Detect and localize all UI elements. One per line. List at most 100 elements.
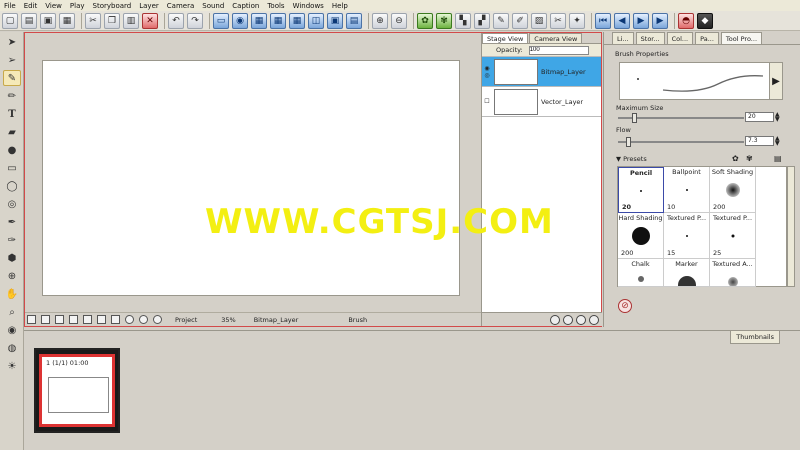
tab-tool-properties[interactable]: Tool Pro... xyxy=(720,32,763,44)
grid2-icon[interactable]: ▦ xyxy=(270,12,286,29)
slider-knob[interactable] xyxy=(632,113,637,123)
menu-windows[interactable]: Windows xyxy=(293,2,324,10)
menu-storyboard[interactable]: Storyboard xyxy=(93,2,132,10)
edit2-icon[interactable]: ✐ xyxy=(512,12,528,29)
add-layer-icon[interactable] xyxy=(550,314,560,325)
opacity-input[interactable] xyxy=(528,45,589,55)
drawing-canvas[interactable] xyxy=(42,60,460,296)
preset-cell[interactable]: Pencil 20 xyxy=(618,167,664,213)
layers-icon[interactable] xyxy=(27,315,36,324)
stage-view-icon[interactable]: ▭ xyxy=(213,12,229,29)
undo-icon[interactable]: ↶ xyxy=(168,12,184,29)
pointer-icon[interactable]: ➢ xyxy=(3,52,21,68)
tools-icon[interactable]: ✦ xyxy=(569,12,585,29)
max-size-slider[interactable] xyxy=(618,113,744,123)
layer-row[interactable]: ◉ ◎ Bitmap_Layer xyxy=(482,57,601,87)
brush-icon[interactable]: ✿ xyxy=(417,12,433,29)
grid-icon[interactable]: ▦ xyxy=(251,12,267,29)
storyboard-frame[interactable]: 1 (1/1) 01:00 xyxy=(34,348,120,433)
tab-storyboard[interactable]: Stor... xyxy=(635,32,665,44)
onion-icon[interactable]: ◫ xyxy=(308,12,324,29)
menu-camera[interactable]: Camera xyxy=(167,2,194,10)
preset-cell[interactable]: Textured P... 25 xyxy=(710,213,756,259)
tab-palette[interactable]: Pa... xyxy=(695,32,719,44)
preset-cell[interactable]: Textured P... 15 xyxy=(664,213,710,259)
frame-icon[interactable]: ▣ xyxy=(327,12,343,29)
preset-cell[interactable]: Hard Shading 200 xyxy=(618,213,664,259)
tab-camera-view[interactable]: Camera View xyxy=(529,33,583,43)
pen-icon[interactable]: ✒ xyxy=(3,214,21,230)
preset-add-icon[interactable]: ✿ xyxy=(732,154,739,163)
preset-cell[interactable]: Textured A... xyxy=(710,259,756,287)
frame3-icon[interactable] xyxy=(97,315,106,324)
edit-icon[interactable]: ✎ xyxy=(493,12,509,29)
play-icon[interactable]: ▶ xyxy=(633,12,649,29)
zoom-level[interactable]: 35% xyxy=(221,316,235,324)
grid-icon[interactable] xyxy=(55,315,64,324)
save-icon[interactable]: ▣ xyxy=(40,12,56,29)
project-selector[interactable]: Project xyxy=(175,316,197,324)
delete-icon[interactable]: ✕ xyxy=(142,12,158,29)
caption2-icon[interactable]: ▞ xyxy=(474,12,490,29)
menu-layer[interactable]: Layer xyxy=(139,2,159,10)
target-icon[interactable]: ⊕ xyxy=(3,268,21,284)
lasso-icon[interactable]: ◎ xyxy=(3,196,21,212)
menu-view[interactable]: View xyxy=(45,2,62,10)
reset-icon[interactable] xyxy=(139,315,148,324)
stamp-icon[interactable]: ◉ xyxy=(3,322,21,338)
layer-row[interactable]: ☐ Vector_Layer xyxy=(482,87,601,117)
eraser-icon[interactable]: ▰ xyxy=(3,124,21,140)
frame-icon[interactable] xyxy=(69,315,78,324)
dropper-icon[interactable]: ✑ xyxy=(3,232,21,248)
hand-icon[interactable]: ✋ xyxy=(3,286,21,302)
stroke-preview-arrow-icon[interactable]: ▶ xyxy=(769,62,783,100)
delete-layer-icon[interactable] xyxy=(589,314,599,325)
preset-cell[interactable]: Soft Shading 200 xyxy=(710,167,756,213)
menu-edit[interactable]: Edit xyxy=(24,2,38,10)
pencil-icon[interactable]: ✏ xyxy=(3,88,21,104)
copy-icon[interactable]: ❐ xyxy=(104,12,120,29)
frame2-icon[interactable]: ▤ xyxy=(346,12,362,29)
bulb-icon[interactable]: ☀ xyxy=(3,358,21,374)
menu-file[interactable]: File xyxy=(4,2,16,10)
camera-icon[interactable] xyxy=(41,315,50,324)
cut-icon[interactable]: ✂ xyxy=(85,12,101,29)
flow-input[interactable]: 7.3 xyxy=(745,136,774,146)
grid3-icon[interactable]: ▦ xyxy=(289,12,305,29)
menu-sound[interactable]: Sound xyxy=(202,2,224,10)
layer-visibility-icon[interactable]: ☐ xyxy=(482,88,492,116)
brush2-icon[interactable]: ✾ xyxy=(436,12,452,29)
scissors-icon[interactable]: ✂ xyxy=(550,12,566,29)
zoom-in-icon[interactable]: ⊕ xyxy=(372,12,388,29)
preset-cell[interactable]: Marker xyxy=(664,259,710,287)
preset-scrollbar[interactable] xyxy=(787,166,795,287)
layer-visibility-icon[interactable]: ◉ ◎ xyxy=(482,58,492,86)
menu-play[interactable]: Play xyxy=(70,2,85,10)
duplicate-layer-icon[interactable] xyxy=(563,314,573,325)
magnet-icon[interactable]: ◍ xyxy=(3,340,21,356)
paste-icon[interactable]: ▥ xyxy=(123,12,139,29)
flow-spinner-icon[interactable]: ▲ ▼ xyxy=(775,136,780,147)
smudge-icon[interactable]: ● xyxy=(3,142,21,158)
mirror-icon[interactable]: ◓ xyxy=(678,12,694,29)
save-as-icon[interactable]: ▦ xyxy=(59,12,75,29)
prev-frame-icon[interactable]: ◀ xyxy=(614,12,630,29)
brush-icon[interactable]: ✎ xyxy=(3,70,21,86)
tab-library[interactable]: Li... xyxy=(612,32,634,44)
layer-settings-icon[interactable] xyxy=(576,314,586,325)
flow-slider[interactable] xyxy=(618,137,744,147)
max-size-spinner-icon[interactable]: ▲ ▼ xyxy=(775,112,780,123)
reset-tool-icon[interactable]: ⊘ xyxy=(618,299,632,313)
tab-thumbnails[interactable]: Thumbnails xyxy=(730,331,780,344)
max-size-input[interactable]: 20 xyxy=(745,112,774,122)
rectangle-icon[interactable]: ▭ xyxy=(3,160,21,176)
color-icon[interactable] xyxy=(153,315,162,324)
preset-list-icon[interactable]: ▤ xyxy=(774,154,782,163)
preset-cell[interactable]: Ballpoint 10 xyxy=(664,167,710,213)
first-frame-icon[interactable]: ⏮ xyxy=(595,12,611,29)
preset-delete-icon[interactable]: ✾ xyxy=(746,154,753,163)
tab-stage-view[interactable]: Stage View xyxy=(482,33,529,43)
select-icon[interactable]: ➤ xyxy=(3,34,21,50)
tab-colour[interactable]: Col... xyxy=(666,32,694,44)
camera-icon[interactable]: ◉ xyxy=(232,12,248,29)
